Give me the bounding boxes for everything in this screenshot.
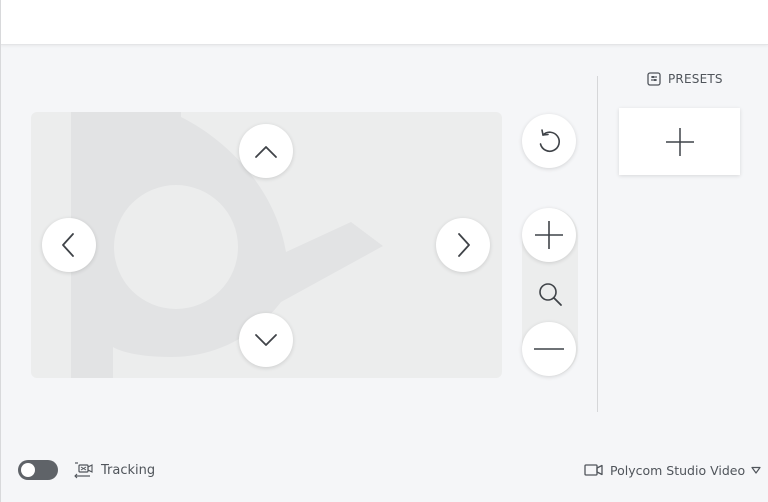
top-bar <box>0 0 768 45</box>
plus-icon <box>665 127 694 156</box>
pan-right-button[interactable] <box>436 218 490 272</box>
chevron-left-icon <box>62 233 74 257</box>
chevron-right-icon <box>458 233 470 257</box>
plus-icon <box>535 221 563 249</box>
camera-tracking-icon <box>74 462 93 479</box>
zoom-out-button[interactable] <box>522 322 576 376</box>
panel-divider <box>597 76 598 412</box>
presets-icon <box>647 72 661 86</box>
chevron-up-icon <box>255 146 277 158</box>
tracking-label: Tracking <box>101 462 156 478</box>
camera-select-value: Polycom Studio Video <box>610 462 746 478</box>
chevron-down-icon <box>255 334 277 346</box>
rotate-ccw-icon <box>539 129 561 153</box>
caret-down-icon <box>751 466 761 474</box>
tracking-toggle[interactable] <box>18 460 58 480</box>
video-camera-icon <box>584 464 603 476</box>
minus-icon <box>534 348 564 350</box>
add-preset-button[interactable] <box>619 108 740 175</box>
toggle-knob <box>21 463 35 477</box>
presets-label: PRESETS <box>668 72 723 86</box>
camera-select[interactable]: Polycom Studio Video <box>584 460 761 480</box>
pan-left-button[interactable] <box>42 218 96 272</box>
zoom-in-button[interactable] <box>522 208 576 262</box>
pan-down-button[interactable] <box>239 313 293 367</box>
window-edge <box>0 0 1 502</box>
magnifier-icon <box>536 280 564 308</box>
tracking-control[interactable]: Tracking <box>74 460 155 480</box>
reset-position-button[interactable] <box>522 114 576 168</box>
pan-up-button[interactable] <box>239 124 293 178</box>
presets-header: PRESETS <box>647 70 723 88</box>
